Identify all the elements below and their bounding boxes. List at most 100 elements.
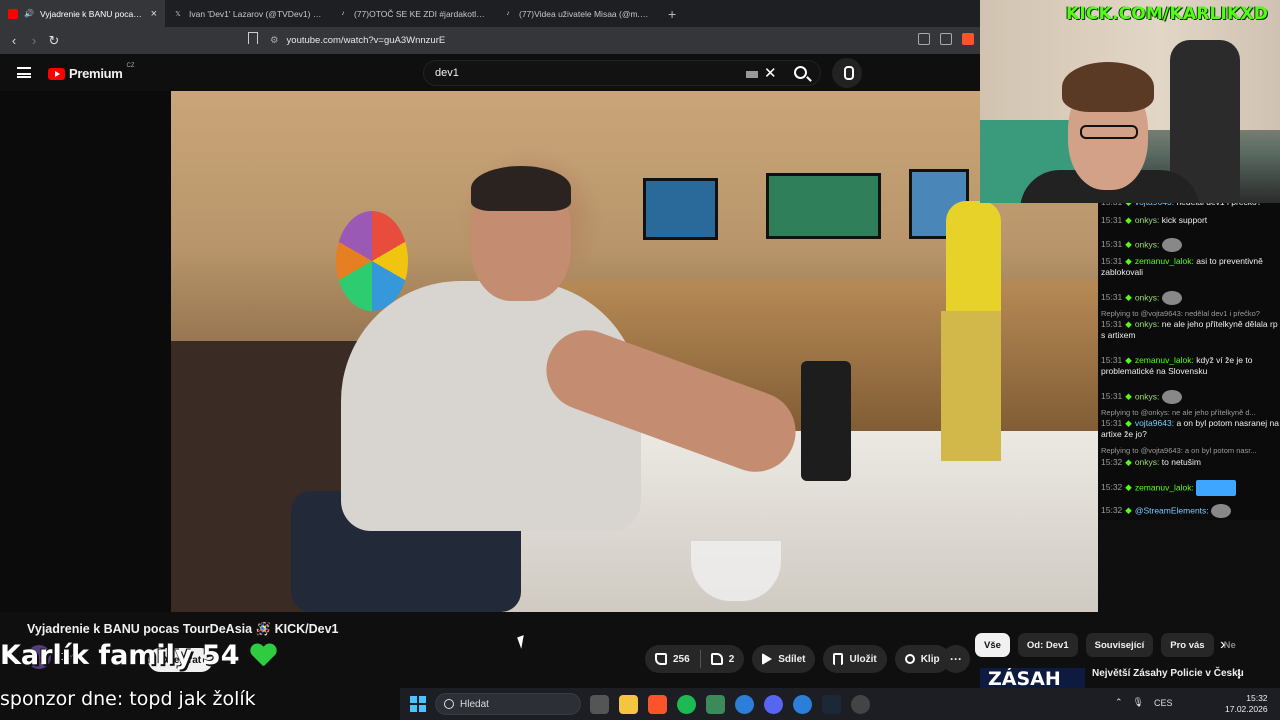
chat-message: 15:31 ◆ onkys:: [1098, 238, 1280, 252]
clock-date: 17.02.2026: [1225, 704, 1268, 714]
emote-icon: [1196, 480, 1237, 496]
youtube-logo[interactable]: Premium CZ: [48, 62, 135, 81]
emote-icon: [1161, 238, 1182, 252]
video-player[interactable]: [0, 91, 1098, 612]
share-button[interactable]: Sdílet: [752, 645, 816, 673]
person-seated: [261, 161, 807, 612]
tiktok-icon: ♪: [506, 10, 510, 17]
chat-message: 15:31 ◆ onkys: ne ale jeho přítelkyně děla…: [1101, 319, 1278, 340]
browser-tab-strip: 🔊 Vyjadrenie k BANU pocas Tour × 𝕏 Ivan …: [0, 0, 980, 27]
cast-icon[interactable]: [918, 33, 930, 45]
youtube-icon: [8, 8, 18, 19]
recommended-thumbnail[interactable]: ZÁSAH: [980, 668, 1085, 688]
clock[interactable]: 15:32 17.02.2026: [1225, 693, 1268, 715]
url-field[interactable]: ⚙ youtube.com/watch?v=guA3WnnzurE: [270, 31, 890, 50]
chat-message: 15:32 ◆ @StreamElements:: [1098, 504, 1280, 518]
search-input[interactable]: dev1: [435, 67, 459, 79]
task-view-icon[interactable]: [590, 695, 609, 714]
brave-shield-icon[interactable]: [962, 33, 974, 45]
thumbs-down-icon: [710, 653, 723, 665]
thumbs-up-icon: [655, 653, 667, 665]
discord-icon[interactable]: [764, 695, 783, 714]
app-icon[interactable]: [851, 695, 870, 714]
voice-search-icon[interactable]: [832, 58, 862, 88]
save-button[interactable]: Uložit: [823, 645, 887, 673]
system-tray: ⌃ 🎙 CES: [1115, 697, 1173, 708]
like-dislike-group: 256 2: [645, 645, 745, 673]
like-count: 256: [673, 653, 690, 665]
site-info-icon[interactable]: ⚙: [270, 35, 279, 46]
chat-message: 15:32 ◆ zemanuv_lalok:: [1098, 480, 1280, 496]
tray-chevron-icon[interactable]: ⌃: [1115, 697, 1123, 708]
app-icon[interactable]: [706, 695, 725, 714]
region-code: CZ: [126, 62, 135, 69]
chat-message: 15:32 ◆ onkys: to netušim: [1101, 457, 1201, 467]
tiktok-icon: ♪: [341, 10, 345, 17]
chip-from-channel[interactable]: Od: Dev1: [1017, 633, 1078, 657]
chip-related[interactable]: Související: [1085, 633, 1154, 657]
taskbar-search[interactable]: Hledat: [435, 693, 581, 715]
browser-icon[interactable]: [793, 695, 812, 714]
speaker-icon: 🔊: [24, 9, 34, 18]
steam-icon[interactable]: [822, 695, 841, 714]
chat-message: 15:31 ◆ onkys: kick support: [1101, 215, 1208, 225]
video-actions: 256 2 Sdílet Uložit Klip: [645, 645, 950, 673]
tab-tiktok-2[interactable]: ♪ (77)Videa uživatele Misaa (@m.misa: [495, 0, 660, 27]
tab-title: Ivan 'Dev1' Lazarov (@TVDev1) / X: [189, 8, 322, 19]
suitcase: [801, 361, 851, 481]
tab-title: Vyjadrenie k BANU pocas Tour: [39, 8, 145, 19]
address-bar: ‹ › ↻ ⚙ youtube.com/watch?v=guA3WnnzurE: [0, 27, 980, 54]
microphone-icon[interactable]: 🎙: [1133, 697, 1144, 708]
windows-start-icon[interactable]: [410, 696, 426, 712]
emote-icon: [1161, 291, 1182, 305]
share-icon: [762, 653, 773, 665]
save-label: Uložit: [849, 653, 877, 665]
spotify-icon[interactable]: [677, 695, 696, 714]
chat-reply: Replying to @vojta9643: nedělal dev1 i p…: [1101, 309, 1260, 318]
bookmark-icon[interactable]: [248, 32, 258, 44]
new-tab-button[interactable]: +: [660, 6, 684, 22]
edge-icon[interactable]: [735, 695, 754, 714]
forward-icon[interactable]: ›: [24, 33, 44, 48]
recommended-title[interactable]: Největší Zásahy Policie v Česku: [1092, 668, 1244, 679]
tab-title: (77)OTOČ SE KE ZDI #jardakotlar #ko: [354, 8, 487, 19]
sponsor-text: sponzor dne: topd jak žolík: [0, 688, 256, 710]
close-tab-icon[interactable]: ×: [151, 8, 157, 20]
clear-search-icon[interactable]: ✕: [764, 64, 777, 82]
dislike-button[interactable]: 2: [701, 653, 745, 665]
search-box[interactable]: dev1 ✕: [423, 60, 821, 86]
more-vert-icon[interactable]: ⋮: [1233, 667, 1245, 681]
keyboard-icon[interactable]: [746, 71, 758, 78]
menu-icon[interactable]: [17, 67, 31, 78]
windows-taskbar: Hledat ⌃ 🎙 CES 15:32 17.02.2026: [400, 688, 1280, 720]
stream-chat: 15:31◆vojta9643: nedělal dev1 i pŕečko? …: [1098, 197, 1280, 520]
brave-icon[interactable]: [648, 695, 667, 714]
tab-youtube[interactable]: 🔊 Vyjadrenie k BANU pocas Tour ×: [0, 0, 165, 27]
share-page-icon[interactable]: [940, 33, 952, 45]
back-icon[interactable]: ‹: [4, 33, 24, 48]
language-indicator[interactable]: CES: [1154, 698, 1173, 708]
file-explorer-icon[interactable]: [619, 695, 638, 714]
tab-tiktok-1[interactable]: ♪ (77)OTOČ SE KE ZDI #jardakotlar #ko: [330, 0, 495, 27]
search-icon[interactable]: [794, 66, 807, 79]
chat-message: 15:31 ◆ zemanuv_lalok: když ví že je to pr…: [1101, 355, 1253, 376]
share-label: Sdílet: [778, 653, 806, 665]
video-frame: [171, 91, 1098, 612]
x-icon: 𝕏: [175, 10, 181, 18]
person-walking: [931, 201, 1011, 471]
reload-icon[interactable]: ↻: [44, 33, 64, 49]
url-text: youtube.com/watch?v=guA3WnnzurE: [286, 35, 446, 46]
kick-url-text: KICK.COM/KARLIKXD: [1066, 4, 1269, 24]
chevron-right-icon[interactable]: ›: [1220, 636, 1225, 654]
like-button[interactable]: 256: [645, 653, 700, 665]
thumbnail-text: ZÁSAH: [988, 668, 1061, 688]
chip-for-you[interactable]: Pro vás: [1161, 633, 1214, 657]
chip-all[interactable]: Vše: [975, 633, 1010, 657]
dislike-count: 2: [728, 653, 735, 665]
more-actions-button[interactable]: ···: [942, 645, 970, 673]
glasses: [1080, 125, 1138, 139]
tab-x[interactable]: 𝕏 Ivan 'Dev1' Lazarov (@TVDev1) / X: [165, 0, 330, 27]
search-icon: [444, 699, 454, 709]
family-overlay: Karlík family 54: [0, 640, 276, 671]
video-title: Vyjadrenie k BANU pocas TourDeAsia 🪅 KIC…: [27, 622, 339, 636]
